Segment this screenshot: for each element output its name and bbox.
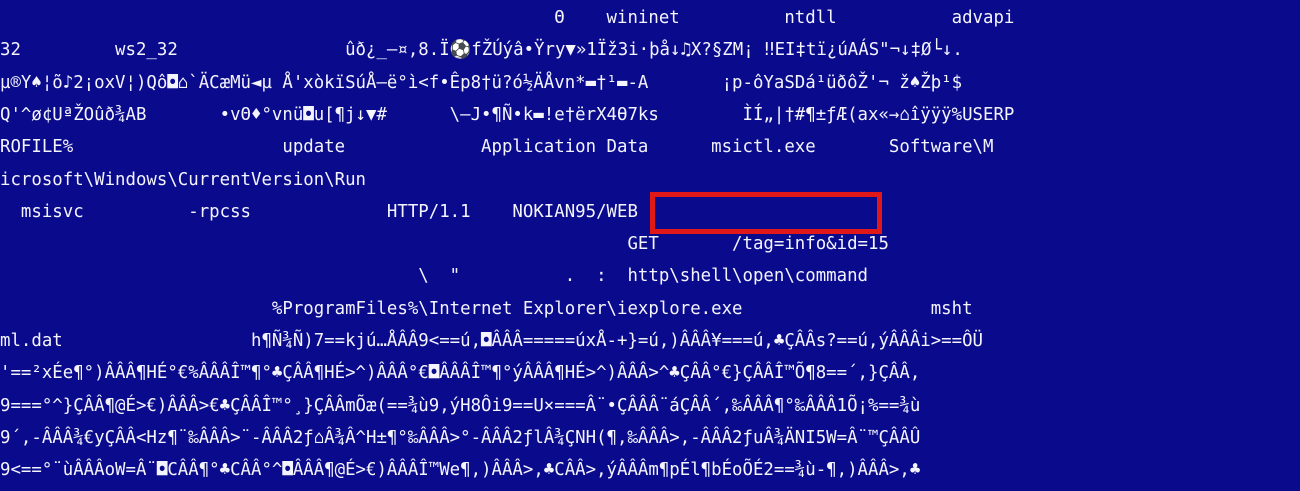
dump-line: 9<==°¨ùÂÂÂoW=Â¨◘CÂÂ¶°♣CÂÂ°^◘ÂÂÂ¶@É>€)ÂÂÂ… (0, 459, 921, 481)
dump-line: msisvc -rpcss HTTP/1.1 NOKIAN95/WEB (0, 200, 638, 222)
hex-dump-view: Θ wininet ntdll advapi 32 ws2_32 ûð¿_—¤,… (0, 0, 1300, 491)
highlight-box (650, 191, 882, 235)
dump-line: %ProgramFiles%\Internet Explorer\iexplor… (0, 297, 973, 319)
dump-line: '==²xÉe¶°)ÂÂÂ¶HÉ°€%ÂÂÂÎ™¶°♣ÇÂÂ¶HÉ>^)ÂÂÂ°… (0, 362, 921, 384)
dump-line: Q'^ø¢UªŽOûð¾AB •vΘ♦°vnü◘u[¶j↓▼# \—J•¶Ñ•k… (0, 103, 1015, 125)
dump-line: Θ wininet ntdll advapi (0, 7, 1015, 28)
dump-line: 9===°^}ÇÂÂ¶@É>€)ÂÂÂ>€♣ÇÂÂÎ™°¸}ÇÂÂmÕæ(==¾… (0, 394, 921, 416)
dump-line: ROFILE% update Application Data msictl.e… (0, 136, 994, 158)
dump-line: \ " . : http\shell\open\command (0, 265, 868, 287)
dump-line: ml.dat h¶Ñ¾Ñ)7==kjú…ÅÂÂ9<==ú,◘ÂÂÂ=====úx… (0, 330, 984, 352)
dump-line: 32 ws2_32 ûð¿_—¤,8.Ï⚽fŽÚýâ•Ÿry▼»1Ïž3i·þå… (0, 39, 963, 61)
dump-line: icrosoft\Windows\CurrentVersion\Run (0, 168, 367, 190)
dump-line: 9´,-ÂÂÂ¾€yÇÂÂ<Hz¶¨‰ÂÂÂ>¨-ÂÂÂ2ƒ⌂Â¾Â^H±¶°‰… (0, 426, 921, 448)
dump-line: µ®Y♠¦õ♪2¡oxV¦)Qô◘⌂`ÄCæMü◄µ Å'xòkïSúÅ–ë°ì… (0, 71, 963, 93)
